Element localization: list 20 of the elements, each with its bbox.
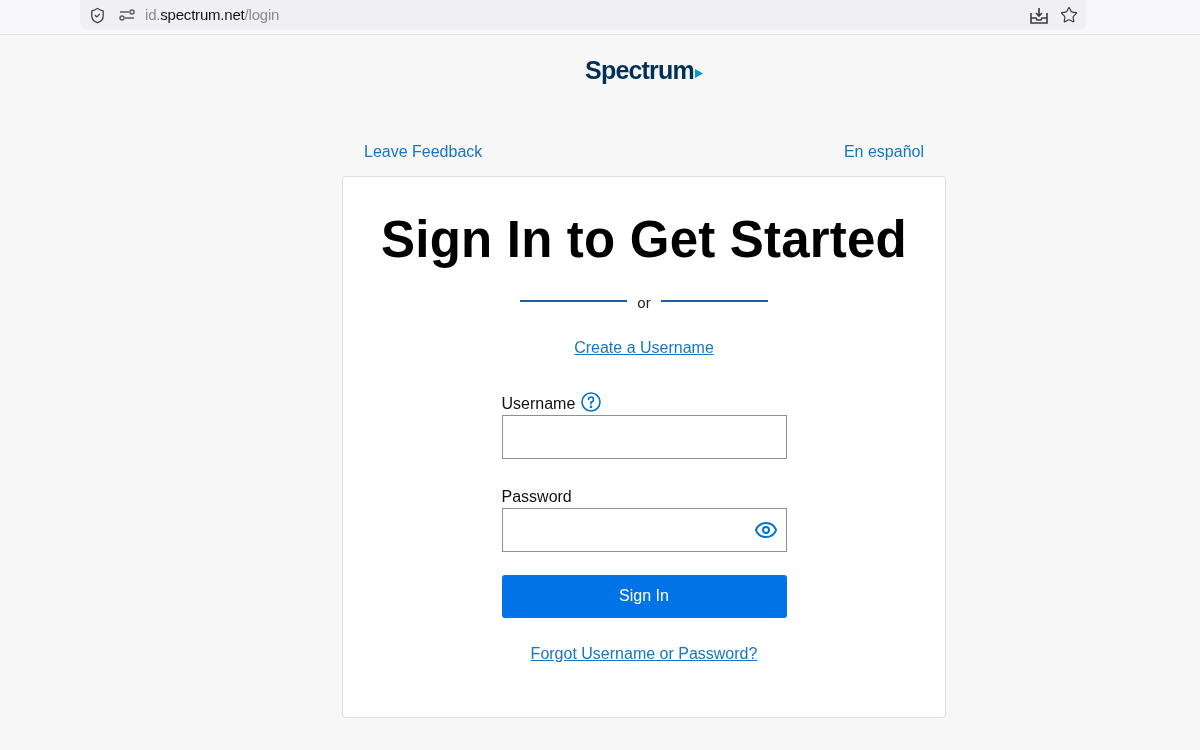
forgot-link[interactable]: Forgot Username or Password? — [530, 641, 758, 666]
language-link[interactable]: En español — [843, 142, 924, 162]
download-icon[interactable] — [1030, 6, 1048, 24]
sign-in-button[interactable]: Sign In — [501, 574, 787, 618]
sliders-icon[interactable] — [119, 9, 135, 21]
field-label: Password — [501, 486, 572, 507]
username-field[interactable] — [501, 414, 787, 459]
feedback-link[interactable]: Leave Feedback — [364, 142, 483, 162]
shield-check-icon[interactable] — [89, 6, 106, 24]
password-field[interactable] — [501, 507, 787, 552]
divider-text: or — [637, 293, 651, 313]
address-bar[interactable]: id.spectrum.net/login — [80, 0, 1087, 30]
field-label: Username — [501, 393, 576, 414]
star-icon[interactable] — [1060, 6, 1078, 24]
page-title: Sign In to Get Started — [381, 210, 907, 270]
url-text[interactable]: id.spectrum.net/login — [145, 3, 280, 27]
help-icon[interactable] — [581, 391, 602, 412]
logo[interactable]: Spectrum — [585, 55, 694, 85]
create-username-link[interactable]: Create a Username — [574, 335, 714, 360]
triangle-icon — [694, 69, 703, 78]
